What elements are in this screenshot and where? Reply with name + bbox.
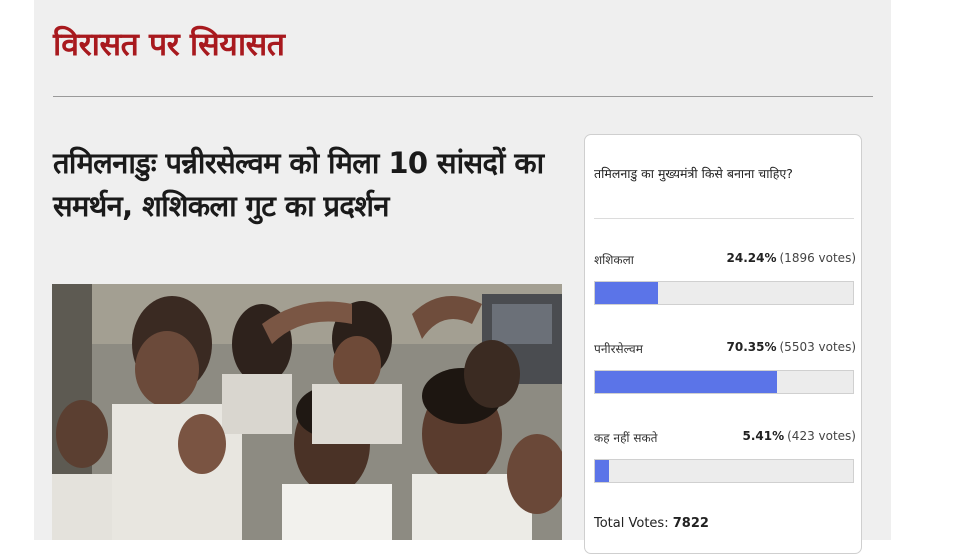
poll-option-percent: 24.24% [726,251,777,265]
poll-option-stats: 5.41% (423 votes) [742,429,856,443]
poll-option-label: कह नहीं सकते [594,431,658,445]
poll-option-votes: (423 votes) [787,429,856,443]
poll-option-percent: 70.35% [726,340,777,354]
poll-widget: तमिलनाडु का मुख्यमंत्री किसे बनाना चाहिए… [584,134,862,554]
poll-option-percent: 5.41% [742,429,785,443]
poll-option-stats: 70.35% (5503 votes) [727,340,856,354]
poll-option-bar [594,370,854,394]
divider [53,96,873,97]
poll-total-label: Total Votes: [594,516,669,531]
poll-option-sasikala[interactable]: शशिकला 24.24% (1896 votes) [594,251,856,311]
poll-total-votes: Total Votes: 7822 [594,516,709,531]
poll-option-votes: (5503 votes) [779,340,857,354]
poll-option-stats: 24.24% (1896 votes) [727,251,856,265]
poll-option-bar [594,459,854,483]
poll-question: तमिलनाडु का मुख्यमंत्री किसे बनाना चाहिए… [594,166,793,181]
protest-photo-image [52,284,562,540]
poll-divider [594,218,854,219]
poll-option-votes: (1896 votes) [779,251,857,265]
poll-option-bar-fill [595,460,609,482]
article-headline[interactable]: तमिलनाडुः पन्नीरसेल्वम को मिला 10 सांसदो… [53,142,553,228]
poll-option-cant-say[interactable]: कह नहीं सकते 5.41% (423 votes) [594,429,856,489]
poll-total-value: 7822 [672,516,709,531]
poll-option-label: शशिकला [594,253,634,267]
poll-option-panneerselvam[interactable]: पनीरसेल्वम 70.35% (5503 votes) [594,340,856,400]
poll-option-label: पनीरसेल्वम [594,342,643,356]
poll-option-bar [594,281,854,305]
poll-option-bar-fill [595,371,777,393]
section-title[interactable]: विरासत पर सियासत [53,22,285,65]
article-photo[interactable] [52,284,562,540]
poll-option-bar-fill [595,282,658,304]
